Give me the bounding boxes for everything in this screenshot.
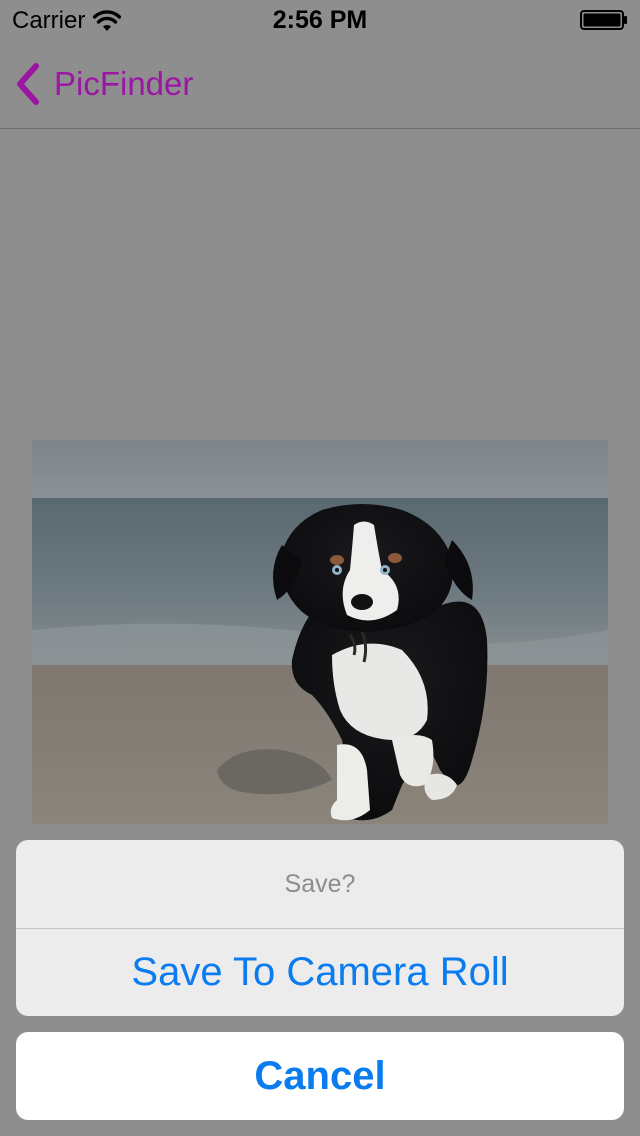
action-sheet-title: Save? <box>16 840 624 929</box>
cancel-button[interactable]: Cancel <box>16 1032 624 1120</box>
back-button[interactable]: PicFinder <box>14 62 193 106</box>
back-button-label: PicFinder <box>54 65 194 102</box>
action-sheet: Save? Save To Camera Roll <box>16 840 624 1016</box>
chevron-left-icon <box>17 63 39 105</box>
status-bar: Carrier 2:56 PM <box>0 0 640 40</box>
dog-photo <box>32 440 608 824</box>
screen: Carrier 2:56 PM PicFinder Save? Save To … <box>0 0 640 1136</box>
battery-icon <box>580 10 627 30</box>
save-to-camera-roll-button[interactable]: Save To Camera Roll <box>16 929 624 1016</box>
status-time: 2:56 PM <box>272 6 368 34</box>
navigation-bar: PicFinder <box>0 40 640 129</box>
